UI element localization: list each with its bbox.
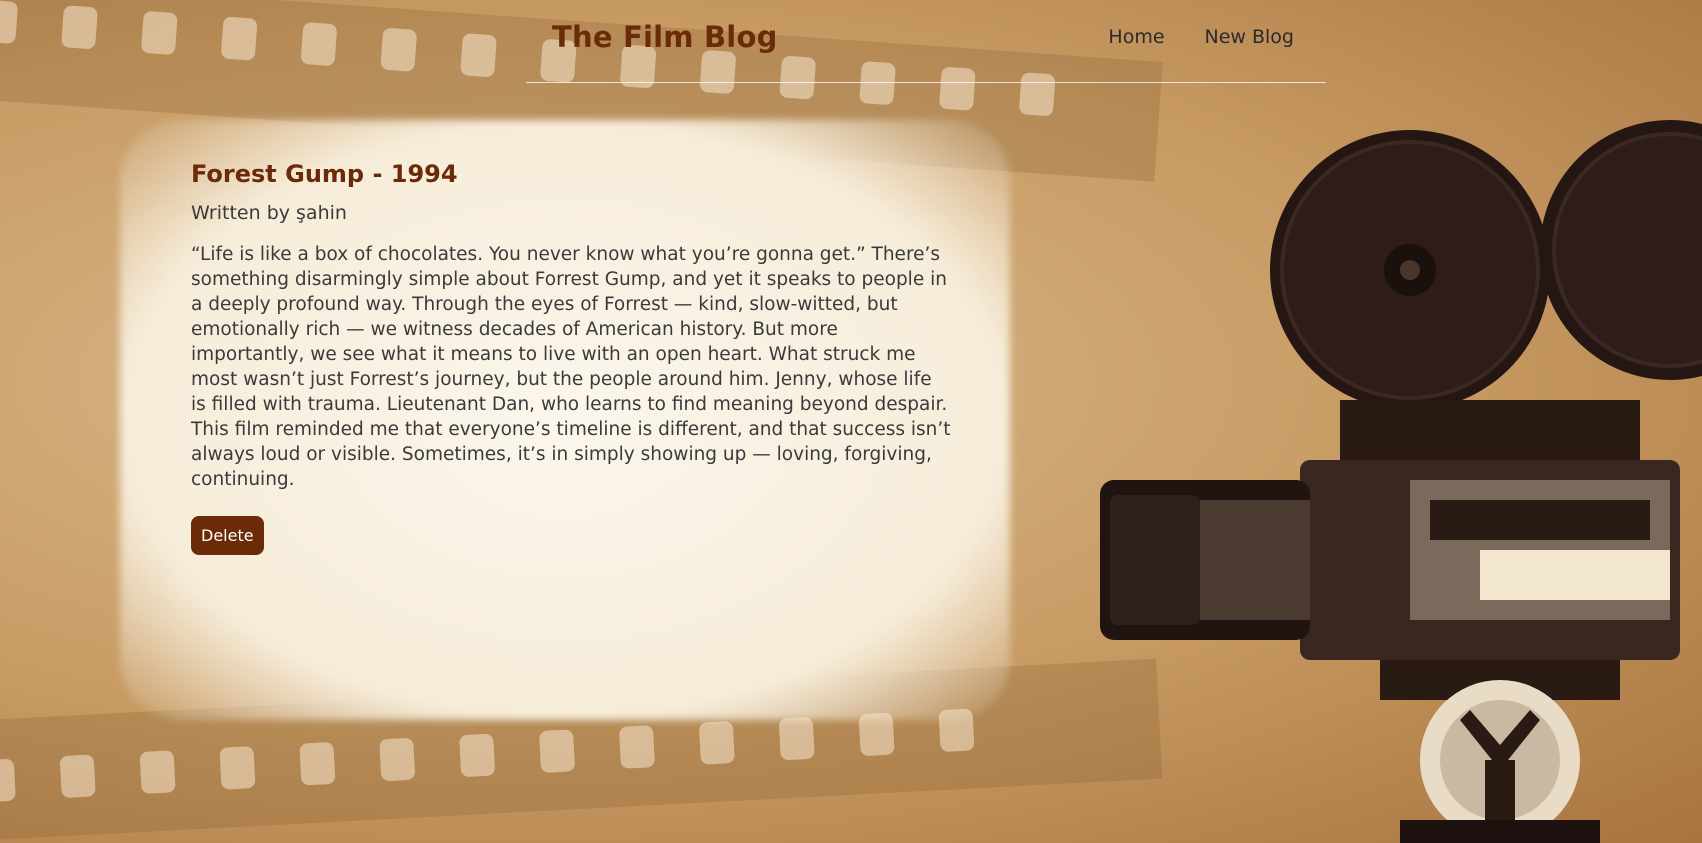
delete-button[interactable]: Delete <box>191 516 264 555</box>
post-author: Written by şahin <box>191 202 347 224</box>
blog-post: Forest Gump - 1994 Written by şahin “Lif… <box>191 160 951 555</box>
site-title[interactable]: The Film Blog <box>552 20 778 54</box>
film-camera-icon <box>1100 120 1702 843</box>
nav-new-blog-link[interactable]: New Blog <box>1205 26 1294 48</box>
site-header: The Film Blog Home New Blog <box>526 0 1326 83</box>
nav-home-link[interactable]: Home <box>1108 26 1164 48</box>
main-nav: Home New Blog <box>1108 26 1294 48</box>
post-title: Forest Gump - 1994 <box>191 160 458 188</box>
page-background: The Film Blog Home New Blog Forest Gump … <box>0 0 1702 843</box>
post-body: “Life is like a box of chocolates. You n… <box>191 244 951 490</box>
